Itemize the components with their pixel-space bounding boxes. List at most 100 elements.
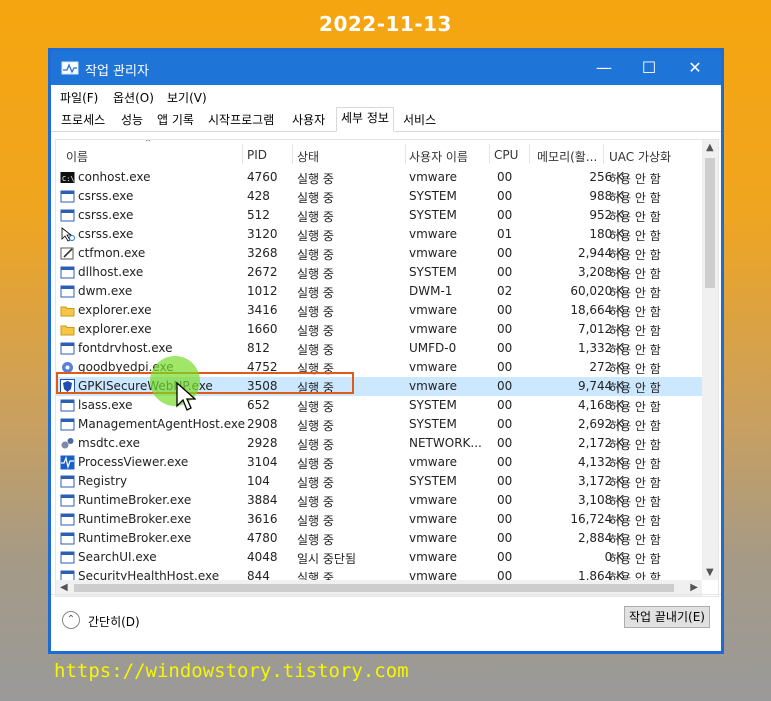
- column-header-name[interactable]: 이름: [66, 148, 88, 165]
- menu-view[interactable]: 보기(V): [167, 89, 207, 106]
- table-row[interactable]: explorer.exe 3416 실행 중 vmware 00 18,664 K 허용 안…: [56, 301, 702, 320]
- scroll-up-icon[interactable]: ▲: [706, 142, 714, 153]
- table-row[interactable]: Registry 104 실행 중 SYSTEM 00 3,172 K 허용 안 함: [56, 472, 702, 491]
- vertical-scroll-thumb[interactable]: [705, 158, 715, 288]
- process-pid: 652: [247, 398, 270, 412]
- vertical-scrollbar[interactable]: ▲ ▼: [702, 140, 718, 580]
- column-header-pid[interactable]: PID: [247, 148, 267, 162]
- process-name: explorer.exe: [78, 303, 152, 317]
- pen-icon: [60, 247, 74, 260]
- tab-startup[interactable]: 시작프로그램: [203, 109, 279, 131]
- column-header-cpu[interactable]: CPU: [494, 148, 518, 162]
- table-row[interactable]: C:\ conhost.exe 4760 실행 중 vmware 00 256 K 허용 안 …: [56, 168, 702, 187]
- process-cpu: 00: [497, 170, 513, 184]
- process-pid: 3884: [247, 493, 278, 507]
- process-cpu: 02: [497, 284, 513, 298]
- process-cpu: 00: [497, 265, 513, 279]
- table-row[interactable]: fontdrvhost.exe 812 실행 중 UMFD-0 00 1,332 K 허용 …: [56, 339, 702, 358]
- process-name: csrss.exe: [78, 208, 134, 222]
- window-icon: [60, 418, 75, 431]
- scroll-left-icon[interactable]: ◀: [60, 582, 68, 593]
- table-row[interactable]: ManagementAgentHost.exe 2908 실행 중 SYSTEM 00 2…: [56, 415, 702, 434]
- process-pid: 3616: [247, 512, 278, 526]
- table-row[interactable]: csrss.exe 3120 실행 중 vmware 01 180 K 허용 안 함: [56, 225, 702, 244]
- table-row[interactable]: lsass.exe 652 실행 중 SYSTEM 00 4,168 K 허용 안 함: [56, 396, 702, 415]
- process-user: SYSTEM: [409, 265, 457, 279]
- table-row[interactable]: csrss.exe 512 실행 중 SYSTEM 00 952 K 허용 안 함: [56, 206, 702, 225]
- fewer-details-button[interactable]: 간단히(D): [88, 613, 140, 630]
- process-name: ctfmon.exe: [78, 246, 146, 260]
- gears-icon: [61, 438, 74, 449]
- horizontal-scroll-thumb[interactable]: [74, 584, 674, 592]
- process-user: SYSTEM: [409, 417, 457, 431]
- tab-app-history[interactable]: 앱 기록: [152, 109, 199, 131]
- table-row[interactable]: RuntimeBroker.exe 3884 실행 중 vmware 00 3,108 K…: [56, 491, 702, 510]
- process-pid: 4760: [247, 170, 278, 184]
- column-header-user[interactable]: 사용자 이름: [409, 148, 468, 165]
- process-pid: 4780: [247, 531, 278, 545]
- table-row[interactable]: RuntimeBroker.exe 3616 실행 중 vmware 00 16,724 …: [56, 510, 702, 529]
- process-pid: 4048: [247, 550, 278, 564]
- table-row[interactable]: explorer.exe 1660 실행 중 vmware 00 7,012 K 허용 안 …: [56, 320, 702, 339]
- column-header-status[interactable]: 상태: [297, 148, 319, 165]
- column-header-uac[interactable]: UAC 가상화: [609, 148, 671, 165]
- process-user: vmware: [409, 379, 458, 393]
- process-name: msdtc.exe: [78, 436, 140, 450]
- process-status: 실행 중: [297, 419, 334, 433]
- process-user: vmware: [409, 170, 458, 184]
- process-name: dwm.exe: [78, 284, 133, 298]
- title-bar[interactable]: 작업 관리자 — ☐ ✕: [51, 51, 721, 85]
- scroll-right-icon[interactable]: ▶: [690, 582, 698, 593]
- task-manager-window: 작업 관리자 — ☐ ✕ 파일(F) 옵션(O) 보기(V) 프로세스 성능 앱…: [50, 50, 722, 652]
- window-title: 작업 관리자: [85, 64, 149, 79]
- process-pid: 2908: [247, 417, 278, 431]
- table-row[interactable]: csrss.exe 428 실행 중 SYSTEM 00 988 K 허용 안 함: [56, 187, 702, 206]
- process-uac: 허용 안 함: [609, 438, 661, 452]
- tab-users[interactable]: 사용자: [287, 109, 330, 131]
- menu-file[interactable]: 파일(F): [60, 89, 98, 106]
- process-pid: 3120: [247, 227, 278, 241]
- minimize-button[interactable]: —: [581, 51, 627, 85]
- process-user: vmware: [409, 512, 458, 526]
- table-row[interactable]: RuntimeBroker.exe 4780 실행 중 vmware 00 2,884 K…: [56, 529, 702, 548]
- process-status: 실행 중: [297, 438, 334, 452]
- table-row[interactable]: ProcessViewer.exe 3104 실행 중 vmware 00 4,132 K…: [56, 453, 702, 472]
- tab-processes[interactable]: 프로세스: [56, 109, 110, 131]
- table-header: 이름 ⌃ PID 상태 사용자 이름 CPU 메모리(활... UAC 가상화: [56, 140, 702, 168]
- process-uac: 허용 안 함: [609, 362, 661, 376]
- process-status: 실행 중: [297, 191, 334, 205]
- table-row[interactable]: ctfmon.exe 3268 실행 중 vmware 00 2,944 K 허용 안 함: [56, 244, 702, 263]
- maximize-button[interactable]: ☐: [626, 51, 672, 85]
- column-header-memory[interactable]: 메모리(활...: [537, 148, 597, 165]
- table-row[interactable]: msdtc.exe 2928 실행 중 NETWORK... 00 2,172 K 허용 안…: [56, 434, 702, 453]
- tab-details[interactable]: 세부 정보: [336, 107, 394, 132]
- process-uac: 허용 안 함: [609, 324, 661, 338]
- process-status: 실행 중: [297, 229, 334, 243]
- process-status: 실행 중: [297, 172, 334, 186]
- process-uac: 허용 안 함: [609, 191, 661, 205]
- process-pid: 1012: [247, 284, 278, 298]
- tab-performance[interactable]: 성능: [116, 109, 148, 131]
- process-name: RuntimeBroker.exe: [78, 493, 192, 507]
- table-row[interactable]: dllhost.exe 2672 실행 중 SYSTEM 00 3,208 K 허용 안 함: [56, 263, 702, 282]
- console-icon: C:\: [60, 172, 75, 183]
- table-row[interactable]: dwm.exe 1012 실행 중 DWM-1 02 60,020 K 허용 안 함: [56, 282, 702, 301]
- process-name: csrss.exe: [78, 227, 134, 241]
- tab-services[interactable]: 서비스: [398, 109, 441, 131]
- scroll-down-icon[interactable]: ▼: [706, 567, 714, 578]
- process-name: ProcessViewer.exe: [78, 455, 189, 469]
- close-button[interactable]: ✕: [672, 51, 718, 85]
- busy-cursor-icon: [61, 227, 75, 242]
- process-uac: 허용 안 함: [609, 286, 661, 300]
- process-cpu: 01: [497, 227, 513, 241]
- process-pid: 104: [247, 474, 270, 488]
- table-row[interactable]: SearchUI.exe 4048 일시 중단됨 vmware 00 0 K 허용 안 함: [56, 548, 702, 567]
- process-user: SYSTEM: [409, 474, 457, 488]
- process-user: vmware: [409, 322, 458, 336]
- window-icon: [60, 399, 75, 412]
- chevron-up-icon[interactable]: ⌃: [62, 611, 80, 629]
- process-name: explorer.exe: [78, 322, 152, 336]
- end-task-button[interactable]: 작업 끝내기(E): [624, 606, 710, 628]
- date-label: 2022-11-13: [319, 12, 452, 36]
- menu-options[interactable]: 옵션(O): [113, 89, 154, 106]
